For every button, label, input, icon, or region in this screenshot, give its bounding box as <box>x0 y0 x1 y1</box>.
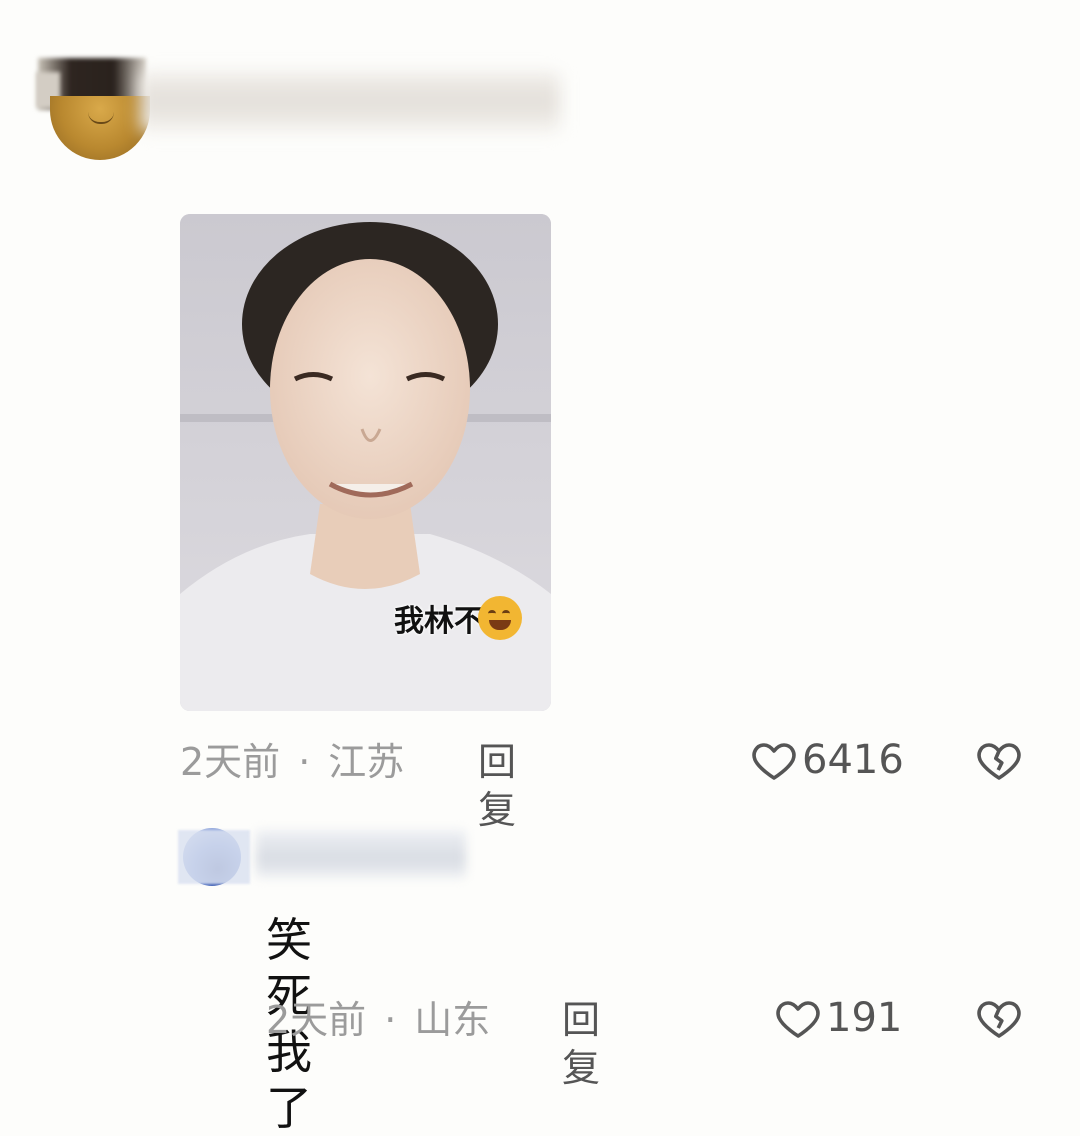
comment-meta: 2天前 · 山东 <box>266 996 490 1044</box>
avatar[interactable] <box>50 96 150 160</box>
username-blurred[interactable] <box>140 72 560 132</box>
like-button[interactable]: 191 <box>774 994 902 1042</box>
comment-location: 山东 <box>414 998 491 1042</box>
like-button[interactable]: 6416 <box>750 736 904 784</box>
heart-outline-icon <box>752 743 796 780</box>
username-blurred[interactable] <box>256 830 466 878</box>
comment-image[interactable]: 我林不 <box>180 214 551 711</box>
meta-separator: · <box>384 998 397 1042</box>
dislike-button[interactable] <box>974 736 1024 784</box>
comment-time: 2天前 <box>266 998 367 1042</box>
reply-button[interactable]: 回复 <box>562 996 600 1092</box>
like-count: 191 <box>826 995 903 1041</box>
reply-button[interactable]: 回复 <box>478 738 516 834</box>
image-caption-text: 我林不 <box>394 604 484 639</box>
dislike-button[interactable] <box>974 994 1024 1042</box>
broken-heart-icon <box>977 743 1021 780</box>
meta-separator: · <box>298 740 311 784</box>
heart-outline-icon <box>776 1001 820 1038</box>
comment-meta: 2天前 · 江苏 <box>180 738 404 786</box>
comment-location: 江苏 <box>328 740 405 784</box>
comment-time: 2天前 <box>180 740 281 784</box>
like-count: 6416 <box>802 737 904 783</box>
avatar-mosaic <box>178 830 250 884</box>
laughing-emoji-icon <box>478 596 522 640</box>
broken-heart-icon <box>977 1001 1021 1038</box>
image-caption: 我林不 <box>394 596 522 640</box>
